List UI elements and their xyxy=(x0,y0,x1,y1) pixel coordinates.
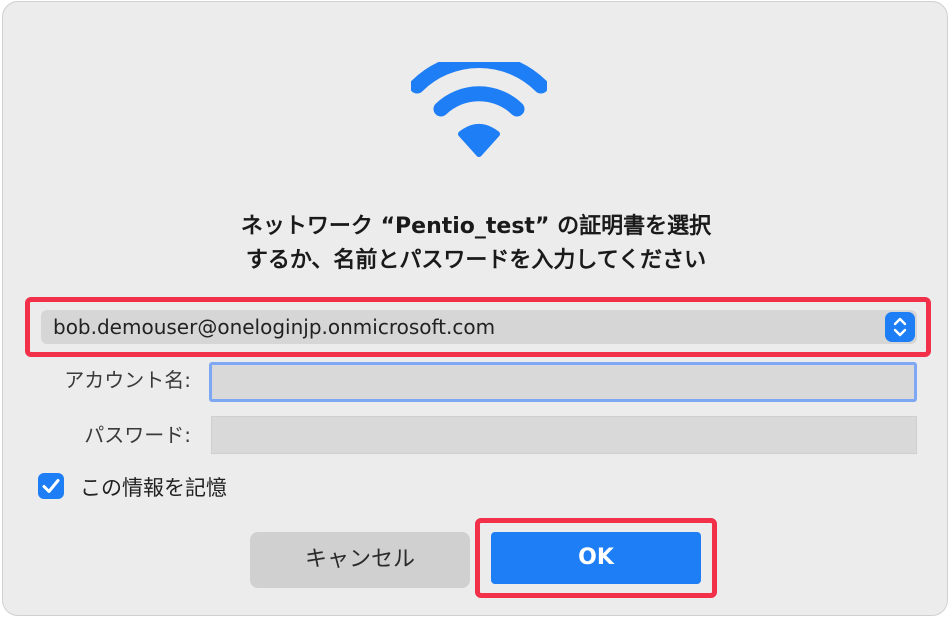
wifi-auth-dialog: ネットワーク “Pentio_test” の証明書を選択 するか、名前とパスワー… xyxy=(2,1,948,616)
dialog-message: ネットワーク “Pentio_test” の証明書を選択 するか、名前とパスワー… xyxy=(3,210,949,278)
account-name-field[interactable] xyxy=(209,362,917,402)
wifi-icon xyxy=(411,62,547,157)
message-line-2: するか、名前とパスワードを入力してください xyxy=(245,248,707,273)
remember-checkbox[interactable] xyxy=(38,473,64,499)
remember-label: この情報を記憶 xyxy=(80,476,227,500)
password-label: パスワード: xyxy=(84,423,191,447)
cancel-button[interactable]: キャンセル xyxy=(250,532,470,588)
message-line-1: ネットワーク “Pentio_test” の証明書を選択 xyxy=(240,214,712,239)
checkmark-icon xyxy=(42,479,60,493)
password-field[interactable] xyxy=(211,416,917,454)
account-name-label: アカウント名: xyxy=(64,368,191,392)
ok-highlight-frame xyxy=(475,518,717,598)
select-highlight-frame xyxy=(25,297,931,357)
